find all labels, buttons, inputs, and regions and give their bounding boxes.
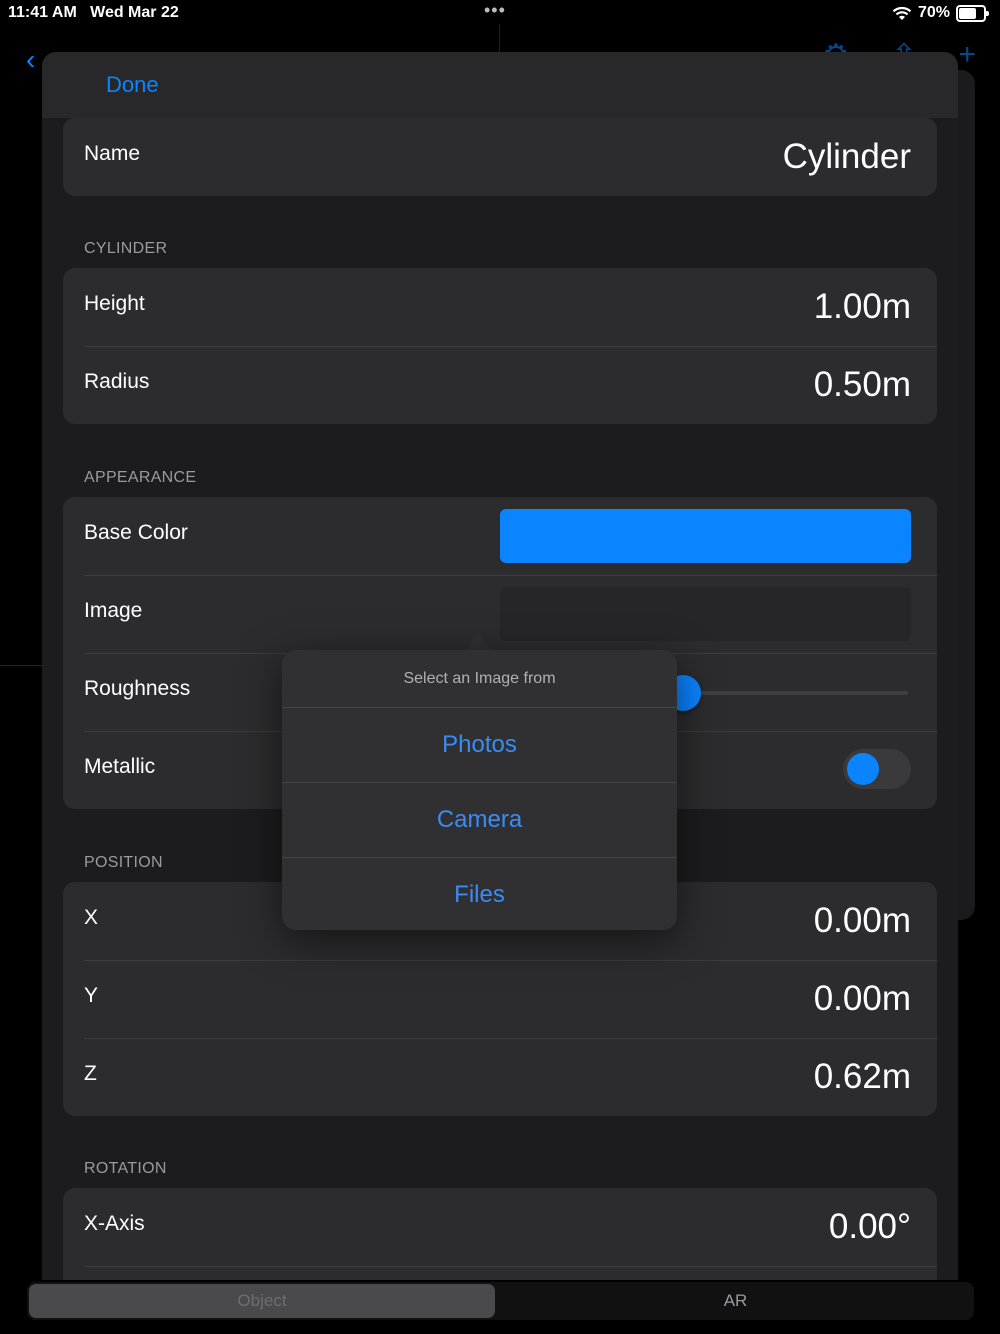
position-x-value[interactable]: 0.00m: [814, 901, 911, 941]
radius-label: Radius: [84, 370, 150, 393]
mode-segmented-control: Object AR: [27, 1282, 974, 1320]
image-row[interactable]: Image: [63, 575, 937, 653]
section-header-position: POSITION: [84, 854, 163, 871]
position-x-label: X: [84, 906, 99, 929]
popover-arrow: [465, 632, 491, 651]
height-value[interactable]: 1.00m: [814, 287, 911, 327]
name-row[interactable]: Name Cylinder: [63, 118, 937, 196]
name-label: Name: [84, 142, 141, 165]
sheet-navbar: Done: [42, 52, 958, 118]
roughness-label: Roughness: [84, 677, 191, 700]
status-indicators: 70%: [892, 4, 989, 22]
metallic-label: Metallic: [84, 755, 156, 778]
wifi-icon: [892, 6, 912, 20]
position-z-value[interactable]: 0.62m: [814, 1057, 911, 1097]
name-field[interactable]: Cylinder: [783, 137, 911, 177]
segment-object[interactable]: Object: [29, 1291, 495, 1311]
name-group: Name Cylinder: [63, 118, 937, 196]
base-color-row[interactable]: Base Color: [63, 497, 937, 575]
base-color-label: Base Color: [84, 521, 188, 544]
image-label: Image: [84, 599, 143, 622]
base-color-swatch[interactable]: [500, 509, 911, 563]
position-y-row[interactable]: Y 0.00m: [63, 960, 937, 1038]
files-option[interactable]: Files: [282, 858, 677, 930]
section-header-appearance: APPEARANCE: [84, 469, 197, 486]
section-header-rotation: ROTATION: [84, 1160, 167, 1177]
height-label: Height: [84, 292, 145, 315]
back-chevron-icon[interactable]: ‹: [26, 44, 35, 76]
photos-option[interactable]: Photos: [282, 708, 677, 783]
status-time: 11:41 AM Wed Mar 22: [8, 4, 179, 22]
position-y-value[interactable]: 0.00m: [814, 979, 911, 1019]
plus-icon[interactable]: +: [958, 38, 976, 73]
rotation-y-row[interactable]: [63, 1266, 937, 1280]
toggle-knob: [847, 753, 879, 785]
image-source-popover: Select an Image from Photos Camera Files: [282, 650, 677, 930]
rotation-x-value[interactable]: 0.00°: [829, 1207, 911, 1247]
position-z-label: Z: [84, 1062, 97, 1085]
multitasking-dots[interactable]: •••: [484, 0, 506, 21]
done-button[interactable]: Done: [106, 72, 159, 98]
battery-percent: 70%: [917, 4, 950, 21]
rotation-x-row[interactable]: X-Axis 0.00°: [63, 1188, 937, 1266]
camera-option[interactable]: Camera: [282, 783, 677, 858]
rotation-x-label: X-Axis: [84, 1212, 145, 1235]
radius-value[interactable]: 0.50m: [814, 365, 911, 405]
position-z-row[interactable]: Z 0.62m: [63, 1038, 937, 1116]
radius-row[interactable]: Radius 0.50m: [63, 346, 937, 424]
status-date-text: Wed Mar 22: [90, 4, 179, 21]
cylinder-group: Height 1.00m Radius 0.50m: [63, 268, 937, 424]
segment-ar[interactable]: AR: [499, 1291, 972, 1311]
section-header-cylinder: CYLINDER: [84, 240, 168, 257]
popover-title: Select an Image from: [282, 650, 677, 708]
height-row[interactable]: Height 1.00m: [63, 268, 937, 346]
battery-icon: [956, 4, 989, 22]
divider: [499, 24, 500, 54]
position-y-label: Y: [84, 984, 99, 1007]
image-well[interactable]: [500, 587, 911, 641]
rotation-group: X-Axis 0.00°: [63, 1188, 937, 1280]
metallic-toggle[interactable]: [843, 749, 911, 789]
status-time-text: 11:41 AM: [8, 4, 77, 21]
divider: [0, 665, 42, 666]
